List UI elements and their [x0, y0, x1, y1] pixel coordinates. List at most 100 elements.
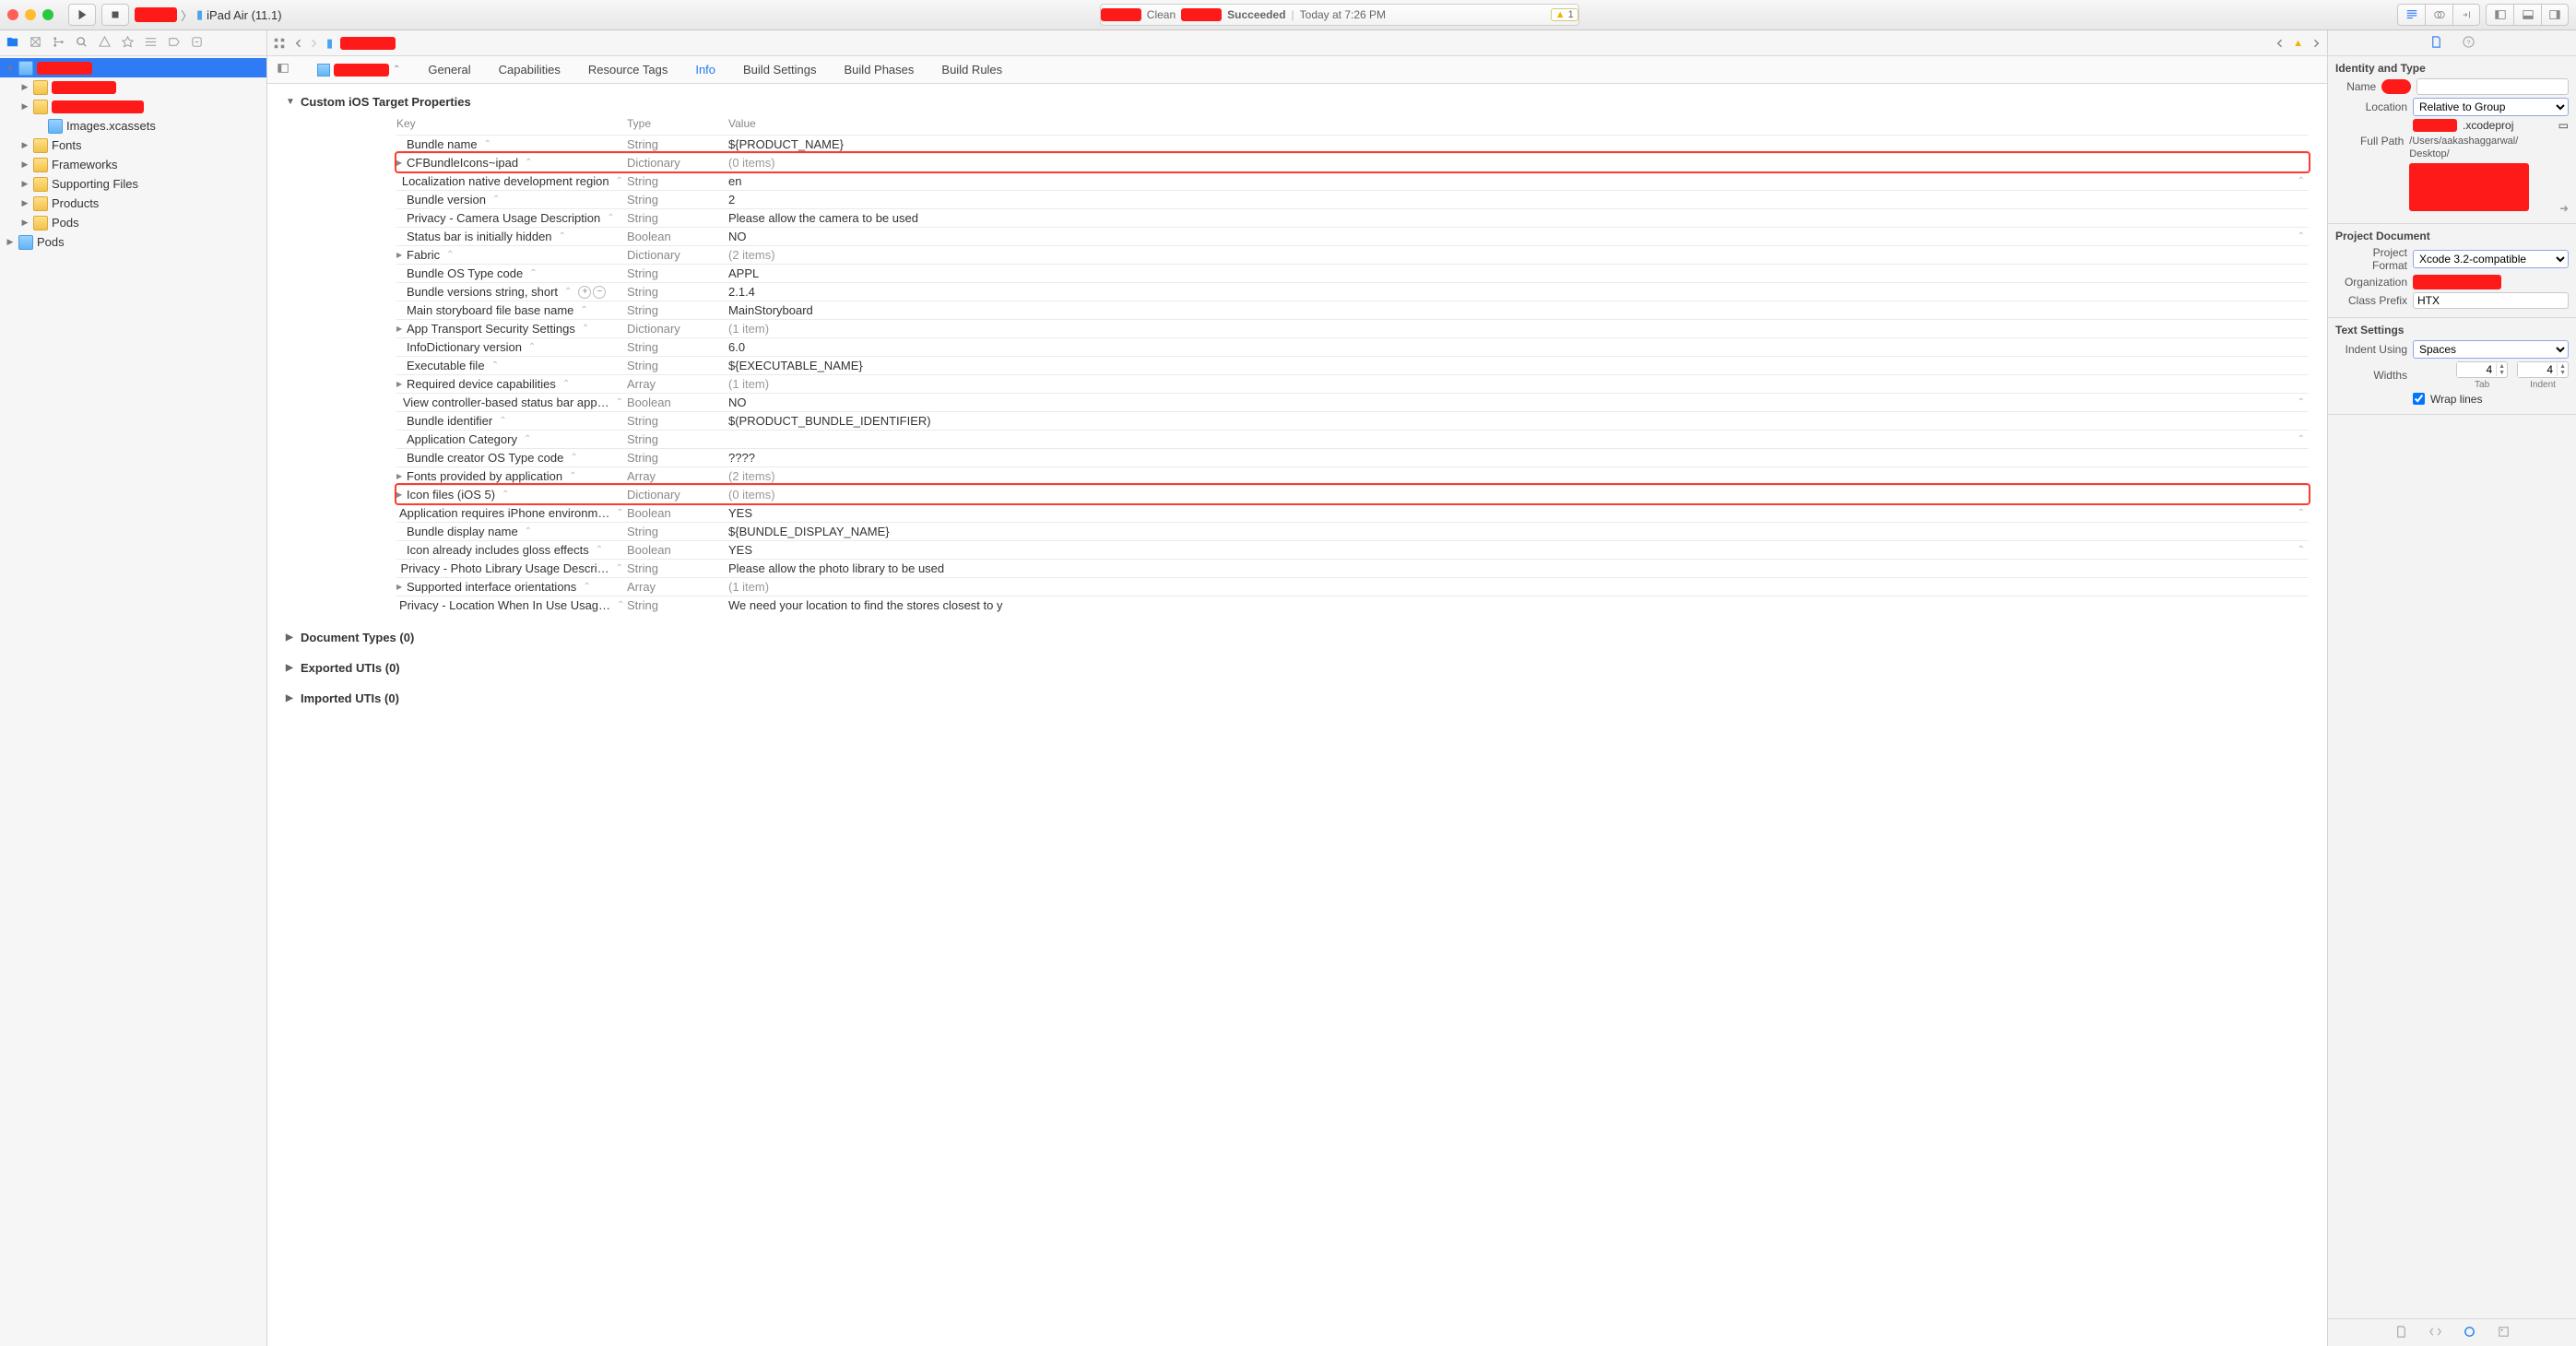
tab-general[interactable]: General [428, 63, 470, 77]
editor-mode-group [2397, 4, 2480, 26]
plist-row[interactable]: Application requires iPhone environm…⌃Bo… [396, 503, 2309, 522]
plist-row[interactable]: Privacy - Photo Library Usage Descri…⌃St… [396, 559, 2309, 577]
plist-row[interactable]: ▶CFBundleIcons~ipad⌃Dictionary(0 items) [396, 153, 2309, 171]
plist-row[interactable]: Bundle creator OS Type code⌃String???? [396, 448, 2309, 466]
breakpoint-navigator-icon[interactable] [167, 35, 181, 52]
plist-row[interactable]: Privacy - Location When In Use Usag…⌃Str… [396, 596, 2309, 614]
plist-row[interactable]: ▶Supported interface orientations⌃Array(… [396, 577, 2309, 596]
plist-row[interactable]: Main storyboard file base name⌃StringMai… [396, 301, 2309, 319]
plist-row[interactable]: Status bar is initially hidden⌃BooleanNO… [396, 227, 2309, 245]
next-issue-icon[interactable] [2310, 38, 2322, 49]
class-prefix-field[interactable] [2413, 292, 2569, 309]
project-document-title: Project Document [2335, 230, 2569, 242]
standard-editor-button[interactable] [2397, 4, 2425, 26]
symbol-navigator-icon[interactable] [52, 35, 65, 52]
source-control-navigator-icon[interactable] [29, 35, 42, 52]
test-navigator-icon[interactable] [121, 35, 135, 52]
report-navigator-icon[interactable] [190, 35, 204, 52]
tree-item[interactable]: ▶Fonts [0, 136, 266, 155]
file-template-library-icon[interactable] [2394, 1325, 2408, 1341]
tab-build-phases[interactable]: Build Phases [845, 63, 915, 77]
plist-row[interactable]: View controller-based status bar app…⌃Bo… [396, 393, 2309, 411]
toggle-debug-button[interactable] [2513, 4, 2541, 26]
plist-row[interactable]: ▶Fabric⌃Dictionary(2 items) [396, 245, 2309, 264]
warnings-badge[interactable]: ▲1 [1551, 8, 1578, 21]
back-icon[interactable] [293, 38, 304, 49]
indent-using-select[interactable]: Spaces [2413, 340, 2569, 359]
project-tree[interactable]: ▼▶▶Images.xcassets▶Fonts▶Frameworks▶Supp… [0, 56, 266, 1346]
project-format-select[interactable]: Xcode 3.2-compatible [2413, 250, 2569, 268]
tab-resource-tags[interactable]: Resource Tags [588, 63, 668, 77]
wrap-lines-checkbox[interactable] [2413, 393, 2425, 405]
plist-row[interactable]: Icon already includes gloss effects⌃Bool… [396, 540, 2309, 559]
issue-navigator-icon[interactable] [98, 35, 112, 52]
inspector-panel: ? Identity and Type Name Location Relati… [2327, 30, 2576, 1346]
tree-item[interactable]: ▶Products [0, 194, 266, 213]
target-selector[interactable]: ⌃ [317, 64, 400, 77]
tab-info[interactable]: Info [695, 63, 715, 77]
close-window-button[interactable] [7, 9, 18, 20]
plist-row[interactable]: Bundle identifier⌃String$(PRODUCT_BUNDLE… [396, 411, 2309, 430]
exported-utis-section-header[interactable]: ▶Exported UTIs (0) [286, 661, 2309, 675]
tree-item[interactable]: ▶ [0, 97, 266, 116]
tab-build-rules[interactable]: Build Rules [941, 63, 1002, 77]
related-items-icon[interactable] [273, 37, 286, 50]
editor-area: ▮ ▲ ⌃ General Capabilities Resource Tags… [267, 30, 2327, 1346]
tree-item[interactable]: ▼ [0, 58, 266, 77]
tab-width-stepper[interactable]: ▲▼ [2456, 361, 2508, 378]
scheme-selector[interactable]: 〉 ▮ iPad Air (11.1) [135, 6, 282, 24]
plist-row[interactable]: InfoDictionary version⌃String6.0 [396, 337, 2309, 356]
target-editor-tabs: ⌃ General Capabilities Resource Tags Inf… [267, 56, 2327, 84]
tree-item[interactable]: ▶ [0, 77, 266, 97]
tree-item[interactable]: ▶Frameworks [0, 155, 266, 174]
issue-indicator-icon[interactable]: ▲ [2293, 38, 2303, 49]
zoom-window-button[interactable] [42, 9, 53, 20]
plist-row[interactable]: Bundle version⌃String2 [396, 190, 2309, 208]
prev-issue-icon[interactable] [2275, 38, 2286, 49]
plist-row[interactable]: Bundle OS Type code⌃StringAPPL [396, 264, 2309, 282]
choose-path-icon[interactable]: ▭ [2558, 119, 2569, 132]
plist-row[interactable]: Privacy - Camera Usage Description⌃Strin… [396, 208, 2309, 227]
plist-row[interactable]: Application Category⌃String⌃ [396, 430, 2309, 448]
name-field[interactable] [2416, 78, 2569, 95]
forward-icon[interactable] [308, 38, 319, 49]
imported-utis-section-header[interactable]: ▶Imported UTIs (0) [286, 691, 2309, 705]
media-library-icon[interactable] [2497, 1325, 2511, 1341]
plist-row[interactable]: Executable file⌃String${EXECUTABLE_NAME} [396, 356, 2309, 374]
plist-row[interactable]: ▶Required device capabilities⌃Array(1 it… [396, 374, 2309, 393]
file-inspector-icon[interactable] [2429, 35, 2443, 52]
assistant-editor-button[interactable] [2425, 4, 2452, 26]
tab-capabilities[interactable]: Capabilities [499, 63, 561, 77]
run-button[interactable] [68, 4, 96, 26]
indent-width-stepper[interactable]: ▲▼ [2517, 361, 2569, 378]
plist-row[interactable]: ▶Fonts provided by application⌃Array(2 i… [396, 466, 2309, 485]
plist-row[interactable]: ▶Icon files (iOS 5)⌃Dictionary(0 items) [396, 485, 2309, 503]
stop-button[interactable] [101, 4, 129, 26]
custom-properties-section-header[interactable]: ▼Custom iOS Target Properties [286, 95, 2309, 109]
find-navigator-icon[interactable] [75, 35, 89, 52]
tree-item[interactable]: Images.xcassets [0, 116, 266, 136]
tree-item[interactable]: ▶Supporting Files [0, 174, 266, 194]
tab-build-settings[interactable]: Build Settings [743, 63, 817, 77]
debug-navigator-icon[interactable] [144, 35, 158, 52]
tree-item[interactable]: ▶Pods [0, 213, 266, 232]
reveal-in-finder-icon[interactable]: ➜ [2559, 202, 2569, 215]
toggle-inspector-button[interactable] [2541, 4, 2569, 26]
toggle-targets-list-icon[interactable] [277, 62, 290, 77]
jump-bar[interactable]: ▮ ▲ [267, 30, 2327, 56]
toggle-navigator-button[interactable] [2486, 4, 2513, 26]
tree-item[interactable]: ▶Pods [0, 232, 266, 252]
plist-row[interactable]: Bundle name⌃String${PRODUCT_NAME} [396, 135, 2309, 153]
plist-row[interactable]: Bundle display name⌃String${BUNDLE_DISPL… [396, 522, 2309, 540]
document-types-section-header[interactable]: ▶Document Types (0) [286, 631, 2309, 644]
quick-help-icon[interactable]: ? [2462, 35, 2476, 52]
plist-row[interactable]: ▶App Transport Security Settings⌃Diction… [396, 319, 2309, 337]
plist-row[interactable]: Localization native development region⌃S… [396, 171, 2309, 190]
object-library-icon[interactable] [2463, 1325, 2476, 1341]
plist-row[interactable]: Bundle versions string, short⌃+−String2.… [396, 282, 2309, 301]
project-navigator-icon[interactable] [6, 35, 19, 52]
minimize-window-button[interactable] [25, 9, 36, 20]
version-editor-button[interactable] [2452, 4, 2480, 26]
location-select[interactable]: Relative to Group [2413, 98, 2569, 116]
code-snippet-library-icon[interactable] [2428, 1325, 2442, 1341]
